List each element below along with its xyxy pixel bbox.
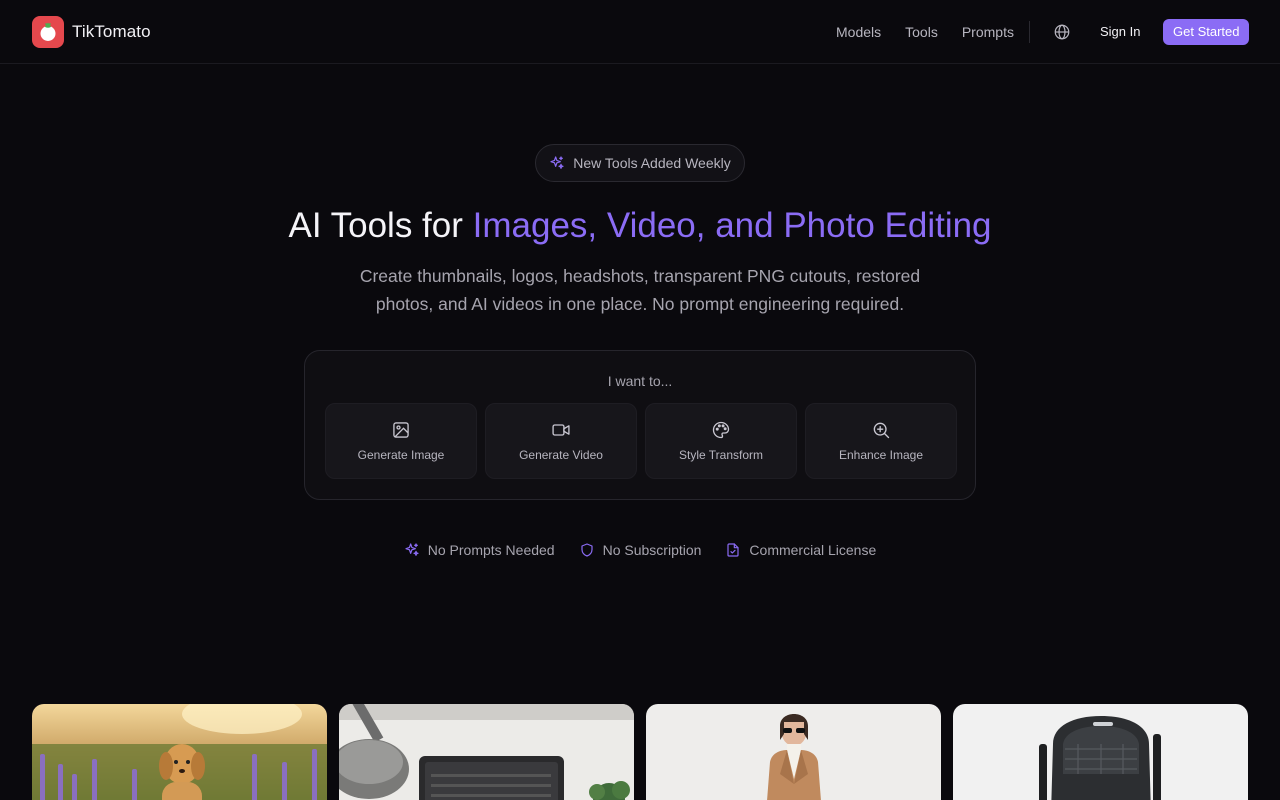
hero-subtitle: Create thumbnails, logos, headshots, tra… [359,266,921,314]
shield-icon [580,543,593,557]
style-transform-option[interactable]: Style Transform [645,403,797,479]
enhance-image-option[interactable]: Enhance Image [805,403,957,479]
nav-prompts[interactable]: Prompts [962,22,1014,42]
sparkles-icon [550,156,564,169]
brand-name: TikTomato [72,22,151,41]
get-started-button[interactable]: Get Started [1163,19,1250,45]
gallery-image-puppy[interactable] [32,704,327,800]
example-gallery [32,704,1248,800]
chooser-label: I want to... [607,373,673,389]
option-label: Generate Image [357,448,445,462]
sparkles-icon [405,543,419,556]
generate-video-option[interactable]: Generate Video [485,403,637,479]
file-check-icon [727,543,740,557]
gallery-image-backpack[interactable] [953,704,1248,800]
option-label: Generate Video [519,448,603,462]
feature-label: No Subscription [602,542,702,558]
main-nav: Models Tools Prompts [836,22,1014,42]
new-tools-badge: New Tools Added Weekly [535,144,745,182]
feature-commercial-license: Commercial License [725,540,876,560]
gallery-image-model[interactable] [646,704,941,800]
feature-list: No Prompts Needed No Subscription Commer… [0,540,1280,560]
image-icon [393,422,409,438]
feature-no-subscription: No Subscription [579,540,702,560]
palette-icon [712,421,730,439]
zoom-in-icon [873,422,890,439]
brand-link[interactable]: TikTomato [32,16,151,48]
nav-divider [1029,21,1030,43]
globe-icon[interactable] [1053,23,1071,41]
video-icon [552,424,570,436]
feature-no-prompts: No Prompts Needed [404,540,555,560]
intent-chooser: I want to... Generate Image Generate Vid… [304,350,976,500]
hero-title-prefix: AI Tools for [288,206,473,245]
feature-label: No Prompts Needed [427,542,555,558]
badge-text: New Tools Added Weekly [573,155,731,171]
nav-tools[interactable]: Tools [905,22,938,42]
option-label: Style Transform [678,448,764,462]
hero-title: AI Tools for Images, Video, and Photo Ed… [0,204,1280,248]
site-header: TikTomato Models Tools Prompts Sign In G… [0,0,1280,64]
generate-image-option[interactable]: Generate Image [325,403,477,479]
feature-label: Commercial License [749,542,877,558]
chooser-options: Generate Image Generate Video Style Tran… [325,403,957,479]
gallery-image-desk[interactable] [339,704,634,800]
tomato-logo-icon [32,16,64,48]
nav-models[interactable]: Models [836,22,881,42]
option-label: Enhance Image [838,448,924,462]
hero-title-accent: Images, Video, and Photo Editing [472,206,992,245]
sign-in-button[interactable]: Sign In [1100,22,1140,42]
